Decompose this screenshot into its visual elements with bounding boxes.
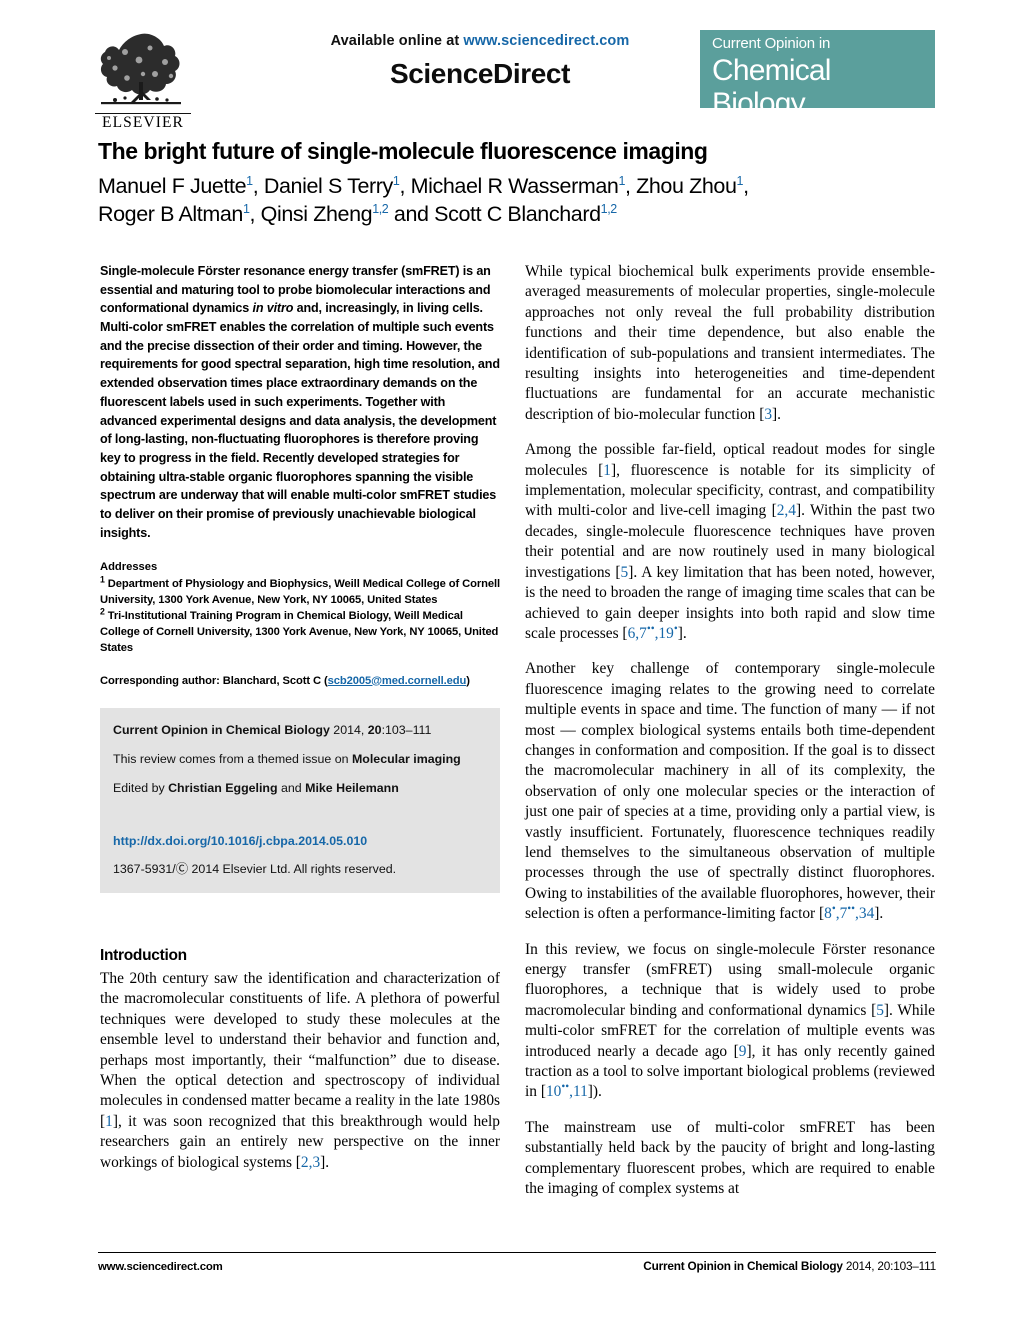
author-blanchard: and Scott C Blanchard xyxy=(388,202,601,227)
section-heading-introduction: Introduction xyxy=(100,946,187,964)
body-paragraph: While typical biochemical bulk experimen… xyxy=(525,262,935,425)
editor-name: Christian Eggeling xyxy=(168,780,278,795)
author-affiliation-marker: 1,2 xyxy=(600,202,618,217)
sciencedirect-wordmark: ScienceDirect xyxy=(389,58,570,89)
journal-info-box: Current Opinion in Chemical Biology 2014… xyxy=(100,707,500,893)
elsevier-logo: ELSEVIER xyxy=(95,30,195,135)
addresses-heading: Addresses xyxy=(100,561,158,574)
ref-number: 10 xyxy=(545,1083,562,1101)
sciencedirect-url[interactable]: www.sciencedirect.com xyxy=(463,33,629,49)
address-text: Tri-Institutional Training Program in Ch… xyxy=(100,610,499,655)
sciencedirect-block: Available online at www.sciencedirect.co… xyxy=(245,33,715,90)
article-page: ELSEVIER Available online at www.science… xyxy=(0,0,1020,1323)
copyright-line: 1367-5931/Ⓒ 2014 Elsevier Ltd. All right… xyxy=(113,861,397,876)
corresponding-author: Corresponding author: Blanchard, Scott C… xyxy=(100,673,500,689)
par-text: While typical biochemical bulk experimen… xyxy=(525,263,935,423)
citation-ref[interactable]: 5 xyxy=(876,1002,884,1019)
edited-by-label: Edited by xyxy=(113,780,169,795)
author-affiliation-marker: 1,2 xyxy=(372,202,389,217)
corresponding-author-suffix: ) xyxy=(466,674,470,687)
journal-badge-line2: Chemical Biology xyxy=(712,53,831,121)
citation-ref[interactable]: 1 xyxy=(603,462,611,479)
author-zhou: , Zhou Zhou xyxy=(625,173,737,198)
address-text: Department of Physiology and Biophysics,… xyxy=(100,577,500,606)
address-marker: 1 xyxy=(100,573,105,584)
citation-line: Current Opinion in Chemical Biology 2014… xyxy=(113,722,487,740)
author-juette: Manuel F Juette xyxy=(98,173,247,198)
available-online-label: Available online at xyxy=(330,33,464,49)
doi-link[interactable]: http://dx.doi.org/10.1016/j.cbpa.2014.05… xyxy=(113,834,487,848)
footer-citation-rest: 2014, 20:103–111 xyxy=(842,1259,936,1273)
citation-ref[interactable]: 2,3 xyxy=(301,1154,320,1171)
citation-volume: 20 xyxy=(367,722,382,737)
address-item: 2 Tri-Institutional Training Program in … xyxy=(100,606,500,657)
abstract: Single-molecule Förster resonance energy… xyxy=(100,262,500,542)
page-title: The bright future of single-molecule flu… xyxy=(98,138,708,164)
ref-number: 8 xyxy=(824,905,832,923)
page-footer: www.sciencedirect.com Current Opinion in… xyxy=(98,1252,936,1273)
intro-text-c: ]. xyxy=(320,1153,330,1171)
footer-website-link[interactable]: www.sciencedirect.com xyxy=(98,1261,223,1273)
citation-ref[interactable]: 2,4 xyxy=(777,502,796,519)
par-text: In this review, we focus on single-molec… xyxy=(525,940,935,1019)
citation-pages: :103–111 xyxy=(381,722,432,737)
par-text: Another key challenge of contemporary si… xyxy=(525,660,935,923)
par-text: ]. xyxy=(772,405,782,423)
editors-line: Edited by Christian Eggeling and Mike He… xyxy=(113,780,487,798)
masthead: ELSEVIER Available online at www.science… xyxy=(95,28,935,131)
body-paragraph: Among the possible far-field, optical re… xyxy=(525,440,935,644)
citation-year: 2014, xyxy=(329,722,368,737)
citation-ref[interactable]: 10••,11 xyxy=(545,1081,588,1101)
par-text: ]. xyxy=(677,624,687,642)
right-column: While typical biochemical bulk experimen… xyxy=(525,262,935,1199)
author-list: Manuel F Juette1, Daniel S Terry1, Micha… xyxy=(98,173,749,227)
corresponding-author-email-link[interactable]: scb2005@med.cornell.edu xyxy=(328,675,467,687)
citation-ref[interactable]: 8•,7••,34 xyxy=(824,903,875,923)
corresponding-author-label: Corresponding author: Blanchard, Scott C… xyxy=(100,674,328,687)
themed-issue-prefix: This review comes from a themed issue on xyxy=(113,751,352,766)
body-paragraph: The mainstream use of multi-color smFRET… xyxy=(525,1118,935,1198)
elsevier-tree-icon xyxy=(100,33,181,105)
journal-badge-line1: Current Opinion in xyxy=(712,35,831,52)
author-terry: , Daniel S Terry xyxy=(252,173,394,198)
abstract-part2: and, increasingly, in living cells. Mult… xyxy=(100,301,500,540)
ref-number: 6,7 xyxy=(627,624,647,642)
footer-journal-name: Current Opinion in Chemical Biology xyxy=(643,1259,843,1273)
par-text: ]. xyxy=(874,905,884,923)
address-item: 1 Department of Physiology and Biophysic… xyxy=(100,573,500,608)
intro-text-a: The 20th century saw the identification … xyxy=(100,969,501,1130)
address-marker: 2 xyxy=(100,606,105,617)
themed-issue-line: This review comes from a themed issue on… xyxy=(113,751,487,769)
author-wasserman: , Michael R Wasserman xyxy=(399,173,619,198)
ref-star-marker: •• xyxy=(847,903,856,916)
body-paragraph: Another key challenge of contemporary si… xyxy=(525,659,935,924)
editors-conjunction: and xyxy=(277,780,306,795)
ref-number: ,7 xyxy=(835,905,848,923)
ref-star-marker: •• xyxy=(561,1081,570,1094)
left-column: Single-molecule Förster resonance energy… xyxy=(100,262,500,1173)
editor-name: Mike Heilemann xyxy=(305,780,399,795)
citation-ref[interactable]: 3 xyxy=(764,406,772,423)
citation-journal-name: Current Opinion in Chemical Biology xyxy=(113,722,330,737)
body-paragraph: In this review, we focus on single-molec… xyxy=(525,940,935,1103)
par-text: ]). xyxy=(587,1083,602,1101)
ref-number: ,11 xyxy=(569,1083,588,1101)
author-altman: Roger B Altman xyxy=(98,202,243,227)
elsevier-wordmark: ELSEVIER xyxy=(95,113,191,131)
intro-paragraph: The 20th century saw the identification … xyxy=(100,969,500,1173)
citation-ref[interactable]: 1 xyxy=(105,1113,113,1130)
footer-citation: Current Opinion in Chemical Biology 2014… xyxy=(643,1259,936,1273)
available-online-line: Available online at www.sciencedirect.co… xyxy=(245,33,715,49)
ref-number: ,34 xyxy=(855,905,875,923)
themed-issue-topic: Molecular imaging xyxy=(351,751,461,766)
title-block: The bright future of single-molecule flu… xyxy=(98,138,938,229)
author-affiliation-marker: 1 xyxy=(736,173,744,188)
ref-number: ,19 xyxy=(654,624,674,642)
citation-ref[interactable]: 6,7••,19• xyxy=(627,622,678,642)
author-zheng: , Qinsi Zheng xyxy=(249,202,373,227)
abstract-italic-in-vitro: in vitro xyxy=(252,301,294,316)
ref-star-marker: •• xyxy=(646,622,655,635)
journal-badge: Current Opinion in Chemical Biology xyxy=(700,30,935,120)
